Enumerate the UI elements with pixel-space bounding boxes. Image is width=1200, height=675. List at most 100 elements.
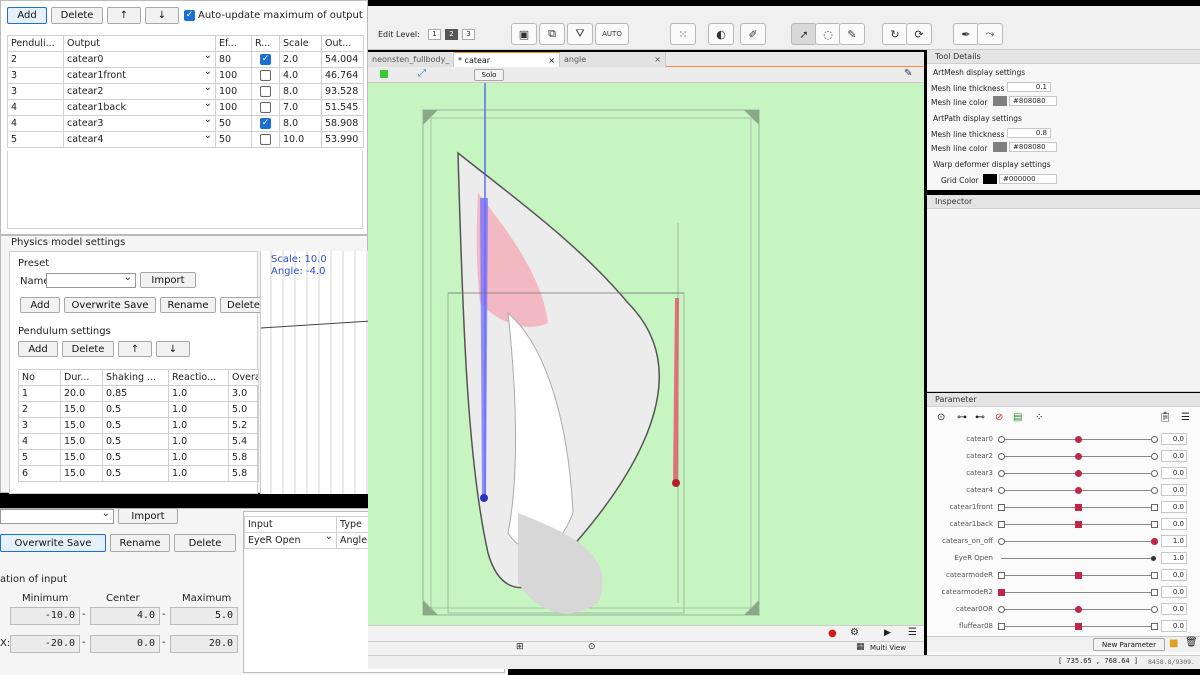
play-icon[interactable]: ▶ — [884, 628, 891, 638]
pendulum-table-row[interactable]: 6 15.0 0.5 1.0 5.8 — [18, 465, 259, 482]
output-add-button[interactable]: Add — [7, 7, 47, 24]
pendulum-col-header[interactable]: Dur... — [60, 369, 103, 386]
pendulum-col-header[interactable]: Shaking ... — [102, 369, 169, 386]
pendulum-col-header[interactable]: No — [18, 369, 61, 386]
parameter-row[interactable]: catear1back 0.0 — [929, 516, 1189, 533]
output-pendulum-cell[interactable]: 5 — [7, 131, 64, 148]
parameter-row[interactable]: catears_on_off 1.0 — [929, 533, 1189, 550]
parameter-slider[interactable] — [998, 589, 1158, 596]
editor-canvas[interactable] — [368, 83, 924, 625]
output-col-header[interactable]: Penduli... — [7, 35, 64, 52]
auto-update-checkbox[interactable]: ✓ — [184, 10, 195, 21]
slider-knob[interactable] — [1074, 606, 1082, 613]
arrow-tool-icon[interactable]: ➚ — [791, 23, 817, 45]
input-col-header[interactable]: Input — [244, 516, 337, 533]
param-calc-icon[interactable]: ▤ — [1013, 412, 1022, 423]
parameter-value-input[interactable]: 0.0 — [1161, 586, 1187, 598]
pendulum-col-header[interactable]: Overa — [228, 369, 259, 386]
pendulum-cell[interactable]: 1 — [18, 385, 61, 402]
parameter-row[interactable]: catear0OR 0.0 — [929, 601, 1189, 618]
slider-knob[interactable] — [1151, 538, 1158, 545]
norm-row2-center[interactable]: 0.0 — [90, 635, 160, 653]
view-toggle-icon[interactable]: ⊞ — [516, 642, 524, 652]
preset-import-button[interactable]: Import — [140, 272, 196, 288]
output-reverse-checkbox[interactable]: ✓ — [260, 118, 271, 129]
output-reverse-checkbox[interactable] — [260, 86, 271, 97]
pendulum-cell[interactable]: 15.0 — [60, 417, 103, 434]
output-table-row[interactable]: 3catear2 100 8.093.528 — [7, 83, 364, 100]
param-cut-icon[interactable]: ⊘ — [995, 412, 1003, 423]
parameter-value-input[interactable]: 0.0 — [1161, 467, 1187, 479]
rotate-tool-icon[interactable]: ↻ — [882, 23, 908, 45]
slider-knob[interactable] — [1074, 436, 1082, 443]
output-down-button[interactable]: ↓ — [145, 7, 179, 24]
pendulum-up-button[interactable]: ↑ — [118, 341, 152, 357]
preset-overwrite-button[interactable]: Overwrite Save — [64, 297, 156, 313]
output-reverse-cell[interactable]: ✓ — [251, 115, 280, 132]
edit-level-1[interactable]: 1 — [428, 29, 441, 40]
output-scale-cell[interactable]: 4.0 — [279, 67, 322, 84]
input-import-button[interactable]: Import — [118, 508, 178, 524]
parameter-slider[interactable] — [998, 504, 1158, 511]
slider-knob[interactable] — [1074, 623, 1082, 630]
pendulum-cell[interactable]: 0.85 — [102, 385, 169, 402]
input-overwrite-button[interactable]: Overwrite Save — [0, 534, 106, 552]
preset-rename-button[interactable]: Rename — [160, 297, 216, 313]
pendulum-cell[interactable]: 15.0 — [60, 401, 103, 418]
pendulum-cell[interactable]: 1.0 — [168, 401, 229, 418]
pendulum-cell[interactable]: 5.4 — [228, 433, 259, 450]
artmesh-thickness-input[interactable]: 0.1 — [1007, 82, 1051, 92]
pendulum-down-button[interactable]: ↓ — [156, 341, 190, 357]
color-swatch-icon[interactable] — [380, 70, 388, 78]
output-scale-cell[interactable]: 8.0 — [279, 115, 322, 132]
tab-close-icon[interactable]: × — [548, 53, 555, 68]
solo-button[interactable]: Solo — [474, 69, 504, 81]
deformer-tool-icon[interactable]: ▣ — [511, 23, 537, 45]
edit-level-2[interactable]: 2 — [445, 29, 458, 40]
pendulum-cell[interactable]: 5.0 — [228, 401, 259, 418]
record-icon[interactable]: ● — [828, 628, 837, 639]
norm-row1-max[interactable]: 5.0 — [170, 607, 238, 625]
output-table-row[interactable]: 4catear1back 100 7.051.545 — [7, 99, 364, 116]
fit-view-icon[interactable]: ⤢ — [418, 68, 426, 79]
slider-knob[interactable] — [1074, 453, 1082, 460]
pendulum-cell[interactable]: 1.0 — [168, 449, 229, 466]
pendulum-cell[interactable]: 2 — [18, 401, 61, 418]
output-select-cell[interactable]: catear1front — [63, 67, 216, 84]
grid-color-swatch[interactable] — [983, 174, 997, 184]
pendulum-table-row[interactable]: 1 20.0 0.85 1.0 3.0 — [18, 385, 259, 402]
pendulum-table-row[interactable]: 2 15.0 0.5 1.0 5.0 — [18, 401, 259, 418]
parameter-value-input[interactable]: 1.0 — [1161, 552, 1187, 564]
slider-knob[interactable] — [1074, 572, 1082, 579]
output-effect-cell[interactable]: 100 — [215, 83, 252, 100]
output-scale-cell[interactable]: 8.0 — [279, 83, 322, 100]
output-reverse-checkbox[interactable]: ✓ — [260, 54, 271, 65]
output-col-header[interactable]: Output — [63, 35, 216, 52]
blend-tool-icon[interactable]: ◐ — [708, 23, 734, 45]
settings-icon[interactable]: ⚙ — [850, 627, 859, 638]
artmesh-color-swatch[interactable] — [993, 96, 1007, 106]
pen-tool-icon[interactable]: ✒ — [953, 23, 979, 45]
output-col-header[interactable]: R... — [251, 35, 280, 52]
artpath-thickness-input[interactable]: 0.8 — [1007, 128, 1051, 138]
tab-catear[interactable]: * catear × — [454, 52, 560, 67]
output-effect-cell[interactable]: 100 — [215, 67, 252, 84]
pendulum-cell[interactable]: 5.8 — [228, 449, 259, 466]
input-delete-button[interactable]: Delete — [174, 534, 236, 552]
output-reverse-checkbox[interactable] — [260, 70, 271, 81]
list-icon[interactable]: ☰ — [908, 627, 917, 638]
pendulum-cell[interactable]: 0.5 — [102, 417, 169, 434]
parameter-row[interactable]: catearmodeR 0.0 — [929, 567, 1189, 584]
output-effect-cell[interactable]: 100 — [215, 99, 252, 116]
multi-view-icon[interactable]: ▦ — [856, 642, 865, 652]
output-pendulum-cell[interactable]: 3 — [7, 83, 64, 100]
input-source-cell[interactable]: EyeR Open — [244, 532, 337, 549]
switch-icon[interactable]: ⊙ — [588, 642, 596, 652]
parameter-value-input[interactable]: 0.0 — [1161, 518, 1187, 530]
norm-row1-min[interactable]: -10.0 — [10, 607, 80, 625]
output-pendulum-cell[interactable]: 4 — [7, 99, 64, 116]
output-pendulum-cell[interactable]: 2 — [7, 51, 64, 68]
pendulum-cell[interactable]: 20.0 — [60, 385, 103, 402]
pin-tool-icon[interactable]: ✐ — [740, 23, 766, 45]
parameter-value-input[interactable]: 0.0 — [1161, 484, 1187, 496]
